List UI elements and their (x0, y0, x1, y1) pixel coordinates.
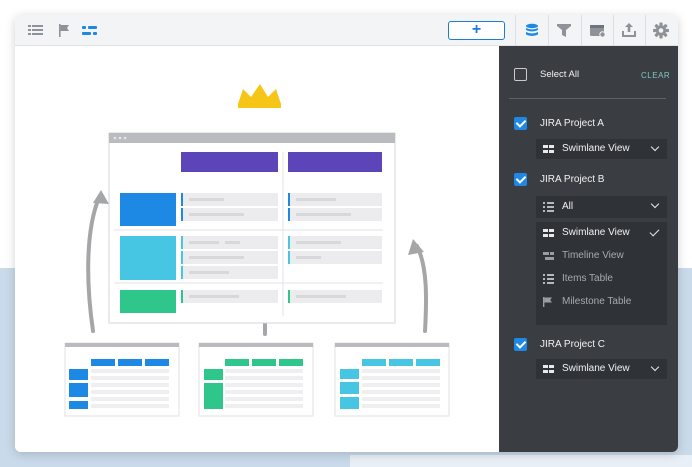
menu-item-label: Milestone Table (562, 296, 632, 307)
card-settings-icon[interactable] (589, 22, 607, 39)
chevron-down-icon (650, 199, 660, 209)
clear-button[interactable]: CLEAR (641, 71, 670, 80)
project-a-view-dropdown[interactable]: Swimlane View (536, 139, 667, 159)
background-panel (350, 455, 692, 467)
menu-item-items-table[interactable]: Items Table (536, 268, 667, 290)
project-b-label: JIRA Project B (540, 174, 605, 185)
database-icon[interactable] (523, 22, 541, 39)
project-c-label: JIRA Project C (540, 339, 606, 350)
project-c-view-label: Swimlane View (562, 363, 630, 374)
toolbar-divider (515, 15, 516, 46)
flag-icon (543, 297, 552, 307)
menu-item-label: Timeline View (562, 250, 624, 261)
menu-item-milestone-table[interactable]: Milestone Table (536, 291, 667, 313)
toolbar-divider (645, 15, 646, 46)
gear-icon[interactable] (652, 22, 670, 39)
toolbar: + (15, 15, 678, 46)
arrow-left (86, 196, 101, 333)
aggregation-illustration (64, 84, 450, 417)
swimlane-icon[interactable] (81, 22, 99, 39)
project-b-view-dropdown[interactable]: All (536, 196, 667, 218)
project-a-checkbox[interactable] (514, 117, 527, 130)
project-filter-panel: Select All CLEAR JIRA Project A Swimlane… (499, 46, 678, 452)
timeline-icon (543, 252, 554, 260)
toolbar-divider (581, 15, 582, 46)
panel-divider (509, 98, 666, 99)
project-c-checkbox[interactable] (514, 338, 527, 351)
filter-icon[interactable] (555, 22, 573, 39)
toolbar-divider (548, 15, 549, 46)
menu-item-label: Swimlane View (562, 227, 630, 238)
select-all-label: Select All (540, 69, 580, 80)
main-board (108, 132, 396, 324)
project-board-blue (64, 342, 180, 417)
chevron-down-icon (650, 362, 660, 372)
arrow-right (415, 244, 429, 333)
list-icon[interactable] (27, 22, 45, 39)
project-a-view-label: Swimlane View (562, 143, 630, 154)
project-board-green (198, 342, 314, 417)
export-icon[interactable] (620, 22, 638, 39)
swimlane-icon (543, 365, 554, 373)
toolbar-divider (613, 15, 614, 46)
project-board-teal (334, 342, 450, 417)
project-c-view-dropdown[interactable]: Swimlane View (536, 359, 667, 379)
checkmark-icon (649, 226, 660, 237)
project-b-view-label: All (562, 201, 574, 212)
chevron-down-icon (650, 142, 660, 152)
project-a-label: JIRA Project A (540, 118, 604, 129)
crown-icon (238, 84, 281, 104)
flag-icon[interactable] (56, 22, 74, 39)
menu-item-label: Items Table (562, 273, 613, 284)
crown-base (238, 104, 281, 108)
illustration-canvas (15, 46, 499, 452)
project-b-checkbox[interactable] (514, 173, 527, 186)
app-window: + Select All CLEAR JIRA Project A Swimla… (15, 15, 678, 452)
table-icon (543, 274, 554, 284)
menu-item-timeline-view[interactable]: Timeline View (536, 245, 667, 267)
add-button[interactable]: + (448, 21, 505, 40)
menu-item-swimlane-view[interactable]: Swimlane View (536, 222, 667, 244)
swimlane-icon (543, 145, 554, 153)
swimlane-icon (543, 229, 554, 237)
view-options-menu: Swimlane View Timeline View Items Table (536, 222, 667, 325)
select-all-checkbox[interactable] (514, 68, 527, 81)
arrow-left-head (93, 190, 109, 204)
list-icon (543, 202, 554, 212)
